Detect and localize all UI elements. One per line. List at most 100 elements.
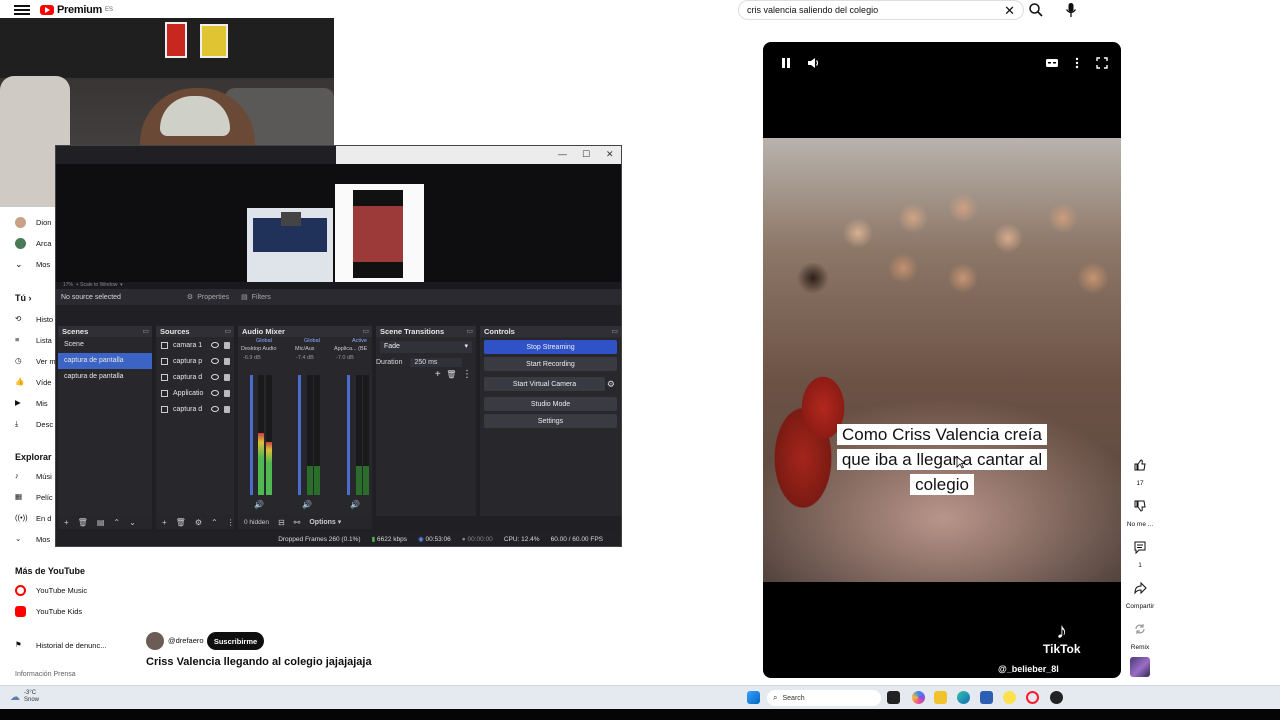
sidebar-item-history[interactable]: ⟲ Histo [15,312,53,326]
start-recording-button[interactable]: Start Recording [484,357,617,371]
like-button[interactable]: 17 [1125,458,1155,487]
sidebar-subscription[interactable]: Arca [15,236,51,250]
shorts-player[interactable]: Como Criss Valencia creía que iba a lleg… [763,42,1121,678]
channel-avatar[interactable] [146,632,164,650]
sidebar-item-movies[interactable]: ▦ Pelíc [15,490,53,504]
sidebar-item-liked[interactable]: 👍 Víde [15,375,51,389]
scene-item[interactable]: captura de pantalla [58,353,152,369]
volume-fader[interactable] [250,375,253,495]
audio-thumbnail[interactable] [1130,657,1150,677]
stop-streaming-button[interactable]: Stop Streaming [484,340,617,354]
eye-icon[interactable] [211,406,219,412]
eye-icon[interactable] [211,374,219,380]
menu-icon[interactable] [14,3,30,17]
opera-icon[interactable] [1026,691,1039,704]
chevron-up-icon[interactable]: ⌃ [211,518,218,527]
taskbar-search[interactable]: ⌕ Search [767,690,881,706]
sidebar-item-music[interactable]: ♪ Músi [15,469,52,483]
dislike-button[interactable]: No me ... [1125,499,1155,528]
preview-zoom-bar[interactable]: 17% + Scale to Window ▾ [56,282,621,289]
obs-preview[interactable] [56,164,621,282]
scene-item[interactable]: captura de pantalla [58,369,152,385]
sidebar-item-live[interactable]: ((•)) En d [15,511,51,525]
sidebar-item-downloads[interactable]: ⤓ Desc [15,417,53,431]
gear-icon[interactable]: ⚙ [195,518,202,527]
sidebar-subscription[interactable]: Dion [15,215,51,229]
settings-button[interactable]: Settings [484,414,617,428]
obs-window[interactable]: — ☐ ✕ 17% + Scale to Window ▾ No source … [55,145,622,547]
speaker-icon[interactable]: 🔊 [302,500,312,509]
search-input[interactable]: cris valencia saliendo del colegio ✕ [738,0,1024,20]
more-options-icon[interactable]: ⋮ [227,518,235,527]
close-button[interactable]: ✕ [606,149,614,160]
copilot-icon[interactable] [912,691,925,704]
sidebar-item-watch-later[interactable]: ◷ Ver m [15,354,56,368]
share-button[interactable]: Compartir [1125,581,1155,610]
trash-icon[interactable]: 🗑 [176,518,186,527]
minimize-button[interactable]: — [558,149,567,159]
add-icon[interactable]: + [64,518,69,527]
filters-button[interactable]: ▤ Filters [241,293,271,302]
sidebar-footer-links[interactable]: Información Prensa [15,671,76,678]
start-virtual-camera-button[interactable]: Start Virtual Camera [484,377,605,391]
fullscreen-icon[interactable] [1095,56,1109,70]
eye-icon[interactable] [211,358,219,364]
clear-search-icon[interactable]: ✕ [1004,4,1015,17]
properties-button[interactable]: ⚙ Properties [187,293,229,302]
channel-handle[interactable]: @drefaero [168,636,204,645]
more-options-icon[interactable]: ⋮ [462,369,472,380]
edge-browser-icon[interactable] [957,691,970,704]
lock-icon[interactable] [224,373,230,381]
task-view-icon[interactable] [887,691,900,704]
trash-icon[interactable]: 🗑 [446,370,456,379]
volume-fader[interactable] [298,375,301,495]
source-item[interactable]: camara 1 [156,337,234,353]
gear-icon[interactable]: ⚙ [607,379,615,390]
add-icon[interactable]: + [162,518,167,527]
weather-widget[interactable]: ☁ -3°C Snow [10,690,39,704]
chevron-up-icon[interactable]: ⌃ [113,518,120,527]
sidebar-item-playlists[interactable]: ≡ Lista [15,333,52,347]
remix-button[interactable]: Remix [1125,622,1155,651]
youtube-logo[interactable]: Premium ES [40,4,113,16]
trash-icon[interactable]: 🗑 [78,518,88,527]
studio-mode-button[interactable]: Studio Mode [484,397,617,411]
mixer-layout-icon[interactable]: ⊟ [278,518,285,527]
mixer-channel-name[interactable]: Desktop Audio [241,346,276,352]
comments-button[interactable]: 1 [1125,540,1155,569]
subscribe-button[interactable]: Suscribirme [207,632,264,650]
snapchat-icon[interactable] [1003,691,1016,704]
sidebar-item-your-videos[interactable]: ▶ Mis [15,396,48,410]
obs-app-icon[interactable] [1050,691,1063,704]
volume-icon[interactable] [806,56,820,70]
transition-select[interactable]: Fade ▾ [380,341,472,353]
source-item[interactable]: captura d [156,369,234,385]
chevron-down-icon[interactable]: ⌄ [129,518,136,527]
pause-icon[interactable] [779,56,793,70]
add-icon[interactable]: + [435,369,441,380]
speaker-icon[interactable]: 🔊 [350,500,360,509]
microphone-icon[interactable] [1064,2,1078,18]
duration-input[interactable]: 250 ms [410,358,463,367]
eye-icon[interactable] [211,390,219,396]
sidebar-you-header[interactable]: Tú › [15,293,32,303]
store-icon[interactable] [980,691,993,704]
sidebar-show-more[interactable]: ⌄ Mos [15,532,50,546]
search-icon[interactable] [1028,2,1044,18]
mixer-channel-name[interactable]: Applica... (BE [334,346,367,352]
filter-icon[interactable]: ▤ [97,518,105,527]
captions-icon[interactable] [1045,56,1059,70]
eye-icon[interactable] [211,342,219,348]
obs-titlebar[interactable]: — ☐ ✕ [336,146,621,164]
lock-icon[interactable] [224,389,230,397]
source-item[interactable]: captura p [156,353,234,369]
sidebar-item-youtube-kids[interactable]: YouTube Kids [15,604,82,618]
file-explorer-icon[interactable] [934,691,947,704]
link-icon[interactable]: ⚯ [294,518,301,527]
lock-icon[interactable] [224,357,230,365]
speaker-icon[interactable]: 🔊 [254,500,264,509]
maximize-button[interactable]: ☐ [582,149,590,160]
sidebar-show-more[interactable]: ⌄ Mos [15,257,50,271]
lock-icon[interactable] [224,341,230,349]
sidebar-item-youtube-music[interactable]: YouTube Music [15,583,87,597]
